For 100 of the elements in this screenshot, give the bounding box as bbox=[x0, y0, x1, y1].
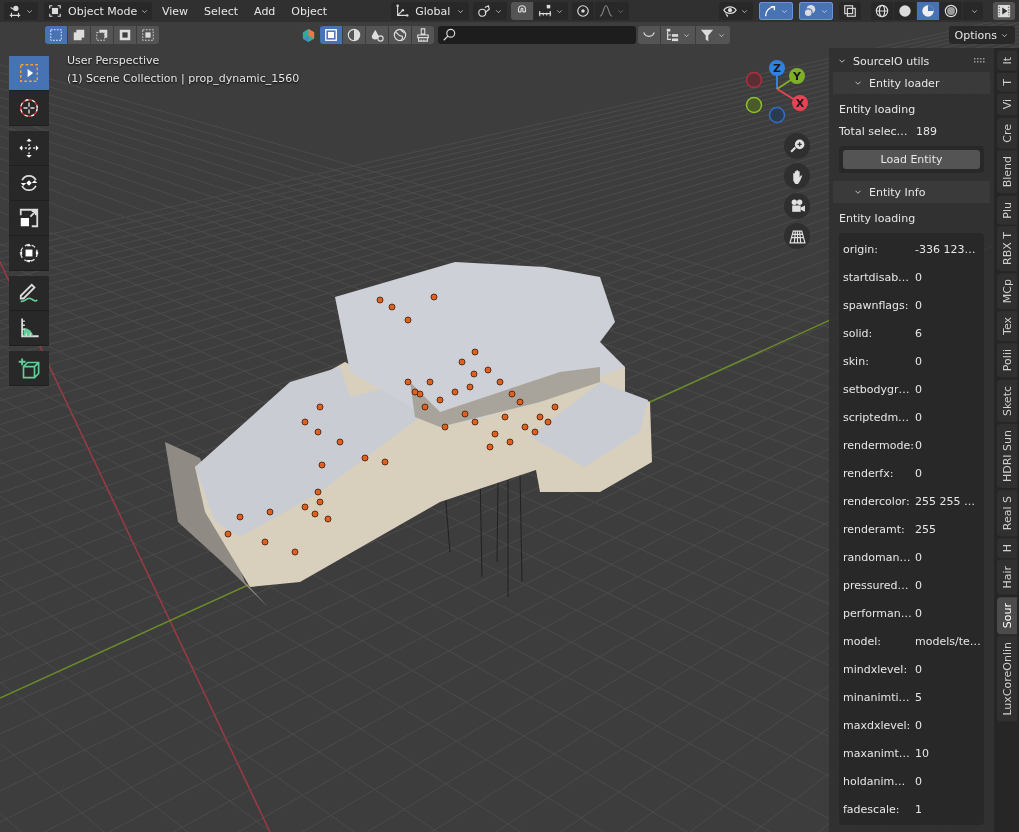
object-filter-button[interactable] bbox=[389, 26, 412, 44]
sidebar-tab[interactable]: Cre bbox=[997, 117, 1017, 149]
property-key: skin: bbox=[843, 354, 915, 368]
property-key: origin: bbox=[843, 242, 915, 256]
select-mode-button[interactable] bbox=[68, 26, 90, 44]
xray-button[interactable] bbox=[839, 2, 861, 20]
select-mode-button[interactable] bbox=[114, 26, 136, 44]
cursor-icon bbox=[18, 97, 40, 119]
sidebar-tab[interactable]: Tex bbox=[997, 311, 1017, 342]
sidebar-tab[interactable]: It bbox=[997, 51, 1017, 71]
pivot-dropdown[interactable] bbox=[473, 2, 508, 20]
sidebar-tab[interactable]: LuxCoreOnlin bbox=[997, 636, 1017, 722]
orientation-dropdown[interactable]: Global bbox=[391, 2, 470, 20]
subpanel-header[interactable]: Entity Info bbox=[833, 181, 990, 203]
sidebar-tab[interactable]: H bbox=[997, 537, 1017, 559]
shading-button[interactable] bbox=[871, 2, 893, 20]
select-box-icon bbox=[18, 62, 40, 84]
select-mode-button[interactable] bbox=[91, 26, 113, 44]
property-value: 0 bbox=[915, 410, 922, 424]
sidebar-tab[interactable]: T bbox=[997, 72, 1017, 92]
subpanel-header[interactable]: Entity loader bbox=[833, 72, 990, 94]
sidebar-tab[interactable]: Sketc bbox=[997, 379, 1017, 422]
select-mode-button[interactable] bbox=[137, 26, 159, 44]
zoom-button[interactable] bbox=[784, 133, 810, 159]
sidebar-tab[interactable]: Vi bbox=[997, 93, 1017, 116]
render-view-button[interactable] bbox=[993, 2, 1015, 20]
shading-button[interactable] bbox=[940, 2, 962, 20]
zoom-icon bbox=[788, 137, 806, 155]
pin-toggle[interactable] bbox=[638, 26, 661, 44]
property-key: randoman… bbox=[843, 550, 915, 564]
menu-item[interactable]: View bbox=[156, 2, 195, 20]
tool-button[interactable] bbox=[9, 91, 49, 126]
property-value: 0 bbox=[915, 606, 922, 620]
search-field[interactable] bbox=[438, 26, 637, 44]
xray-squares-icon bbox=[843, 4, 857, 18]
mode-dropdown[interactable]: Object Mode bbox=[44, 2, 152, 20]
options-dropdown[interactable]: Options bbox=[948, 26, 1015, 44]
snap-target-dropdown[interactable] bbox=[534, 2, 569, 20]
tool-button[interactable] bbox=[9, 166, 49, 201]
sidebar-tab[interactable]: Sour bbox=[997, 596, 1017, 634]
sidebar-tab[interactable]: Hair bbox=[997, 560, 1017, 595]
object-filter-button[interactable] bbox=[412, 26, 435, 44]
panel-header[interactable]: SourceIO utils bbox=[837, 50, 930, 72]
property-value: 5 bbox=[915, 690, 922, 704]
sidebar-tab[interactable]: Plu bbox=[997, 195, 1017, 225]
wireframe-sphere-icon bbox=[875, 4, 889, 18]
property-key: rendermode: bbox=[843, 438, 915, 452]
editor-type-dropdown[interactable] bbox=[4, 2, 38, 20]
field-label: Total selec… bbox=[839, 124, 909, 138]
eye-icon bbox=[723, 4, 737, 18]
menu-item[interactable]: Object bbox=[285, 2, 334, 20]
camera-view-button[interactable] bbox=[784, 193, 810, 219]
tool-button[interactable] bbox=[9, 201, 49, 236]
property-value: 6 bbox=[915, 326, 922, 340]
tool-button[interactable] bbox=[9, 351, 49, 386]
property-key: holdanim… bbox=[843, 774, 915, 788]
sidebar-tab[interactable]: RBX T bbox=[997, 226, 1017, 272]
brush-icon bbox=[416, 28, 431, 42]
pencil-icon bbox=[18, 282, 40, 304]
property-key: startdisab… bbox=[843, 270, 915, 284]
gizmos-button[interactable] bbox=[759, 2, 793, 20]
sidebar-tab[interactable]: Real S bbox=[997, 489, 1017, 536]
scale-icon bbox=[18, 207, 40, 229]
field-value: 189 bbox=[916, 124, 937, 138]
sidebar-tab[interactable]: MCp bbox=[997, 273, 1017, 310]
sphere-icon bbox=[898, 4, 912, 18]
display-mode-dropdown[interactable] bbox=[661, 26, 696, 44]
sidebar-tab[interactable]: HDRI Sun bbox=[997, 423, 1017, 488]
overlays-button[interactable] bbox=[799, 2, 833, 20]
snap-toggle[interactable] bbox=[511, 2, 534, 20]
projection-toggle[interactable] bbox=[784, 223, 810, 249]
pivot-icon bbox=[477, 4, 492, 18]
property-key: maxanimt… bbox=[843, 746, 915, 760]
section-label: Entity loading bbox=[839, 102, 917, 118]
object-filter-button[interactable] bbox=[320, 26, 343, 44]
tool-button[interactable] bbox=[9, 311, 49, 346]
sidebar-tab[interactable]: Polii bbox=[997, 343, 1017, 378]
shading-button[interactable] bbox=[894, 2, 916, 20]
sidebar-tab[interactable]: Blend bbox=[997, 150, 1017, 194]
tool-button[interactable] bbox=[9, 131, 49, 166]
drag-handle-icon[interactable] bbox=[974, 58, 986, 64]
viewport-icon bbox=[8, 4, 22, 18]
render-sphere-icon bbox=[944, 4, 958, 18]
tool-button[interactable] bbox=[9, 56, 49, 91]
visibility-button[interactable] bbox=[719, 2, 753, 20]
object-filter-button[interactable] bbox=[343, 26, 366, 44]
tool-button[interactable] bbox=[9, 276, 49, 311]
property-value: 0 bbox=[915, 718, 922, 732]
navigation-gizmo[interactable]: Z Y X bbox=[737, 52, 817, 132]
menu-item[interactable]: Add bbox=[248, 2, 282, 20]
load-entity-button[interactable]: Load Entity bbox=[843, 150, 980, 169]
select-invert-icon bbox=[118, 28, 132, 42]
proportional-toggle[interactable] bbox=[572, 2, 595, 20]
tool-button[interactable] bbox=[9, 236, 49, 271]
pan-button[interactable] bbox=[784, 163, 810, 189]
gizmo-arrow-icon bbox=[763, 4, 777, 18]
property-value: 0 bbox=[915, 466, 922, 480]
filter-dropdown[interactable] bbox=[696, 26, 731, 44]
object-filter-button[interactable] bbox=[366, 26, 389, 44]
menu-item[interactable]: Select bbox=[198, 2, 245, 20]
